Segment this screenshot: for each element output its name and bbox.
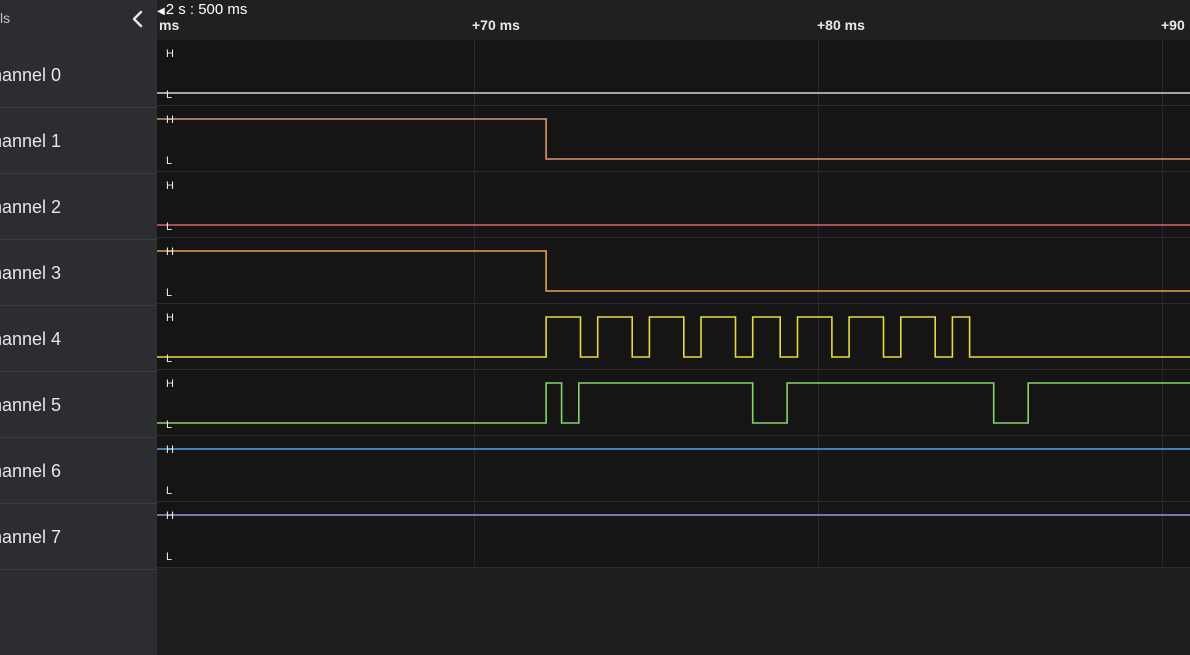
row-divider — [157, 501, 1190, 502]
collapse-sidebar-button[interactable] — [128, 8, 148, 30]
level-high-label: H — [166, 114, 174, 126]
channel-label-6[interactable]: hannel 6 — [0, 439, 157, 504]
triangle-left-icon: ◀ — [157, 6, 165, 17]
waveform-canvas[interactable]: H L H L H L H L H L H L H L H L — [157, 40, 1190, 568]
level-low-label: L — [166, 89, 172, 101]
level-low-label: L — [166, 551, 172, 563]
channel-label-7[interactable]: hannel 7 — [0, 505, 157, 570]
row-divider — [157, 171, 1190, 172]
channel-label-1[interactable]: hannel 1 — [0, 109, 157, 174]
sidebar-title: ls — [0, 10, 11, 26]
level-high-label: H — [166, 378, 174, 390]
row-divider — [157, 435, 1190, 436]
level-high-label: H — [166, 180, 174, 192]
time-tick-label: +70 ms — [472, 17, 520, 33]
channel-row-bg — [157, 436, 1190, 501]
channel-label-5[interactable]: hannel 5 — [0, 373, 157, 438]
level-high-label: H — [166, 48, 174, 60]
channel-row-bg — [157, 370, 1190, 435]
chevron-left-icon — [132, 10, 143, 28]
time-tick-label: +90 — [1161, 17, 1185, 33]
channel-label-3[interactable]: hannel 3 — [0, 241, 157, 306]
channel-row-bg — [157, 238, 1190, 303]
sidebar-header: ls — [0, 0, 157, 40]
level-low-label: L — [166, 353, 172, 365]
row-divider — [157, 105, 1190, 106]
channel-row-bg — [157, 40, 1190, 105]
level-low-label: L — [166, 287, 172, 299]
level-low-label: L — [166, 155, 172, 167]
channel-sidebar: ls hannel 0 hannel 1 hannel 2 hannel 3 h… — [0, 0, 157, 655]
level-high-label: H — [166, 444, 174, 456]
channel-row-bg — [157, 502, 1190, 567]
level-low-label: L — [166, 419, 172, 431]
channel-row-bg — [157, 106, 1190, 171]
row-divider — [157, 369, 1190, 370]
empty-waveform-area — [157, 568, 1190, 655]
time-tick-label: +80 ms — [817, 17, 865, 33]
level-high-label: H — [166, 510, 174, 522]
row-divider — [157, 237, 1190, 238]
channel-row-bg — [157, 172, 1190, 237]
row-divider — [157, 303, 1190, 304]
channel-row-bg — [157, 304, 1190, 369]
level-low-label: L — [166, 221, 172, 233]
time-ruler[interactable]: ◀2 s : 500 ms ms +70 ms +80 ms +90 — [157, 0, 1190, 40]
level-high-label: H — [166, 312, 174, 324]
channel-label-2[interactable]: hannel 2 — [0, 175, 157, 240]
level-high-label: H — [166, 246, 174, 258]
channel-label-4[interactable]: hannel 4 — [0, 307, 157, 372]
level-low-label: L — [166, 485, 172, 497]
zoom-value: 2 s : 500 ms — [165, 1, 248, 18]
channel-label-0[interactable]: hannel 0 — [0, 43, 157, 108]
zoom-readout[interactable]: ◀2 s : 500 ms — [157, 1, 247, 18]
time-tick-label: ms — [159, 17, 180, 33]
